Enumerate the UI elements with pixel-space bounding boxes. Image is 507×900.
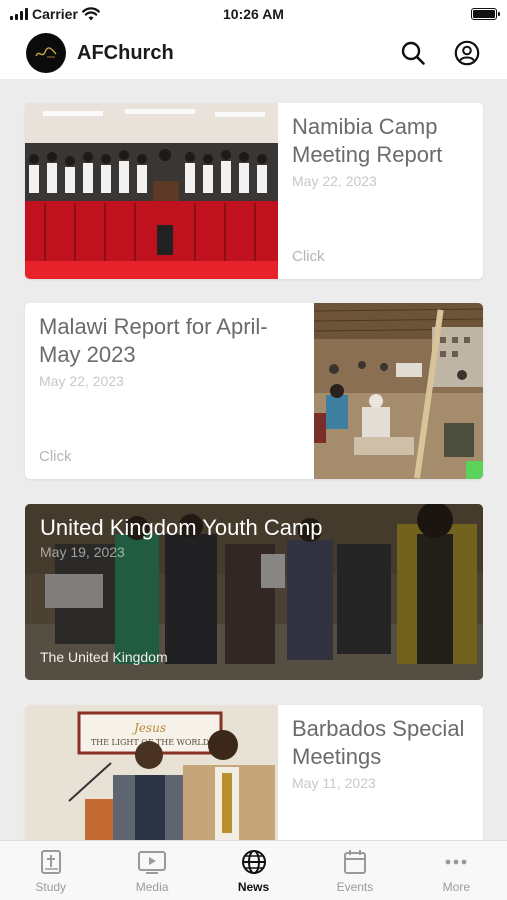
- article-subtitle: The United Kingdom: [40, 649, 168, 665]
- article-date: May 19, 2023: [40, 544, 125, 560]
- tab-label: More: [442, 880, 470, 894]
- article-title[interactable]: United Kingdom Youth Camp: [40, 514, 323, 542]
- more-icon: [445, 859, 467, 865]
- calendar-icon: [343, 850, 366, 874]
- article-image: [25, 103, 278, 279]
- article-image: Jesus THE LIGHT OF THE WORLD: [25, 705, 278, 840]
- article-card-barbados[interactable]: Jesus THE LIGHT OF THE WORLD Barbados Sp…: [25, 705, 483, 840]
- tab-more[interactable]: More: [406, 841, 507, 900]
- article-date: May 22, 2023: [292, 173, 377, 189]
- tab-label: Study: [35, 880, 67, 894]
- battery-icon: [471, 8, 500, 20]
- article-card-uk[interactable]: United Kingdom Youth Camp May 19, 2023 T…: [25, 504, 483, 680]
- article-title[interactable]: Malawi Report for April-May 2023: [39, 313, 300, 369]
- article-link[interactable]: Click: [39, 448, 72, 465]
- article-card-namibia[interactable]: Namibia Camp Meeting Report May 22, 2023…: [25, 103, 483, 279]
- carrier-label: Carrier: [32, 6, 78, 22]
- app-header: AFChurch: [0, 28, 507, 78]
- svg-text:Jesus: Jesus: [131, 721, 166, 735]
- account-icon: [454, 40, 480, 66]
- news-feed[interactable]: Namibia Camp Meeting Report May 22, 2023…: [0, 79, 507, 840]
- tab-news[interactable]: News: [203, 841, 304, 900]
- wifi-icon: [82, 7, 100, 21]
- account-button[interactable]: [453, 39, 481, 67]
- status-bar: Carrier 10:26 AM: [0, 0, 507, 28]
- search-button[interactable]: [399, 39, 427, 67]
- app-title: AFChurch: [77, 41, 174, 64]
- article-title[interactable]: Barbados Special Meetings: [292, 715, 469, 771]
- article-date: May 22, 2023: [39, 373, 124, 389]
- tab-label: News: [237, 880, 270, 894]
- church-logo-icon[interactable]: [26, 33, 66, 73]
- tab-bar: Study Media News Events More: [0, 840, 507, 900]
- article-date: May 11, 2023: [292, 775, 376, 791]
- article-card-malawi[interactable]: Malawi Report for April-May 2023 May 22,…: [25, 303, 483, 479]
- tab-study[interactable]: Study: [0, 841, 101, 900]
- play-icon: [138, 851, 167, 874]
- article-title[interactable]: Namibia Camp Meeting Report: [292, 113, 469, 169]
- signal-icon: [10, 8, 28, 20]
- tab-events[interactable]: Events: [304, 841, 405, 900]
- tab-media[interactable]: Media: [101, 841, 202, 900]
- search-icon: [401, 41, 425, 65]
- tab-label: Media: [135, 880, 169, 894]
- article-link[interactable]: Click: [292, 248, 325, 265]
- article-image: [314, 303, 483, 479]
- bible-icon: [40, 850, 61, 874]
- tab-label: Events: [336, 880, 374, 894]
- globe-icon: [241, 850, 266, 874]
